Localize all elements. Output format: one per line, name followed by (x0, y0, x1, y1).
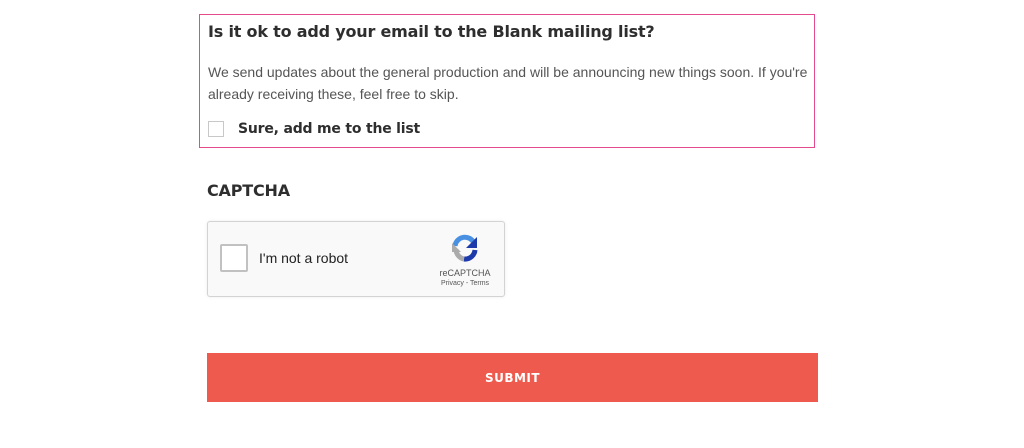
mailing-optin-checkbox[interactable] (208, 121, 224, 137)
captcha-heading: CAPTCHA (207, 181, 290, 200)
recaptcha-checkbox[interactable] (220, 244, 248, 272)
recaptcha-links: Privacy - Terms (430, 280, 500, 287)
submit-button[interactable]: SUBMIT (207, 353, 818, 402)
mailing-list-section: Is it ok to add your email to the Blank … (199, 14, 815, 148)
recaptcha-label[interactable]: I'm not a robot (259, 250, 348, 266)
mailing-list-question: Is it ok to add your email to the Blank … (208, 22, 655, 41)
recaptcha-logo-icon (452, 234, 478, 262)
recaptcha-widget: I'm not a robot reCAPTCHA Privacy - Term… (207, 221, 505, 297)
mailing-optin[interactable]: Sure, add me to the list (208, 121, 420, 137)
mailing-list-description: We send updates about the general produc… (208, 64, 808, 102)
mailing-optin-label[interactable]: Sure, add me to the list (238, 121, 420, 137)
recaptcha-brand: reCAPTCHA (439, 268, 491, 278)
recaptcha-privacy-link[interactable]: Privacy (441, 280, 464, 287)
recaptcha-terms-link[interactable]: Terms (470, 280, 489, 287)
page: Is it ok to add your email to the Blank … (0, 0, 1024, 448)
